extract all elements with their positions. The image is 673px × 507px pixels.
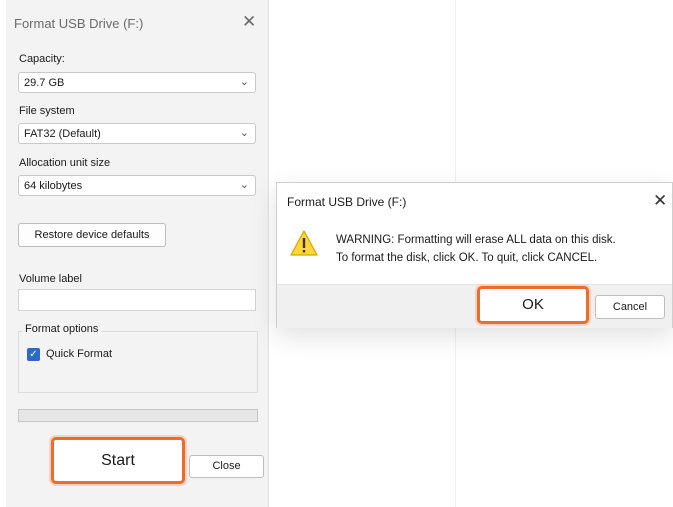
volume-label-input[interactable] [18,289,256,311]
close-button[interactable]: Close [189,455,264,478]
file-system-value: FAT32 (Default) [24,128,101,140]
warning-message-line-1: WARNING: Formatting will erase ALL data … [336,234,616,246]
format-options-legend: Format options [22,323,102,335]
format-dialog: Format USB Drive (F:) ✕ Capacity: 29.7 G… [6,0,269,507]
volume-label-label: Volume label [19,273,82,285]
chevron-down-icon: ⌄ [239,127,249,139]
chevron-down-icon: ⌄ [239,76,249,88]
restore-defaults-button[interactable]: Restore device defaults [18,223,166,247]
format-dialog-title: Format USB Drive (F:) [14,16,144,31]
file-system-label: File system [19,105,75,117]
capacity-label: Capacity: [19,53,65,65]
warning-dialog-title: Format USB Drive (F:) [287,195,407,209]
format-options-group [18,331,258,393]
close-icon[interactable]: ✕ [242,12,256,32]
chevron-down-icon: ⌄ [239,179,249,191]
allocation-unit-value: 64 kilobytes [24,180,83,192]
capacity-select[interactable]: 29.7 GB ⌄ [18,72,256,93]
quick-format-checkbox[interactable]: ✓ [27,348,40,361]
cancel-button[interactable]: Cancel [595,295,665,319]
ok-button[interactable]: OK [477,286,589,324]
quick-format-label[interactable]: Quick Format [46,348,112,360]
capacity-value: 29.7 GB [24,77,65,89]
allocation-unit-select[interactable]: 64 kilobytes ⌄ [18,175,256,196]
start-button[interactable]: Start [51,437,185,484]
allocation-unit-label: Allocation unit size [19,157,111,169]
close-icon[interactable]: ✕ [653,191,667,211]
warning-message-line-2: To format the disk, click OK. To quit, c… [336,252,598,264]
file-system-select[interactable]: FAT32 (Default) ⌄ [18,123,256,144]
warning-dialog: Format USB Drive (F:) ✕ WARNING: Formatt… [276,182,673,328]
warning-icon [290,230,318,261]
format-progress-bar [18,409,258,422]
